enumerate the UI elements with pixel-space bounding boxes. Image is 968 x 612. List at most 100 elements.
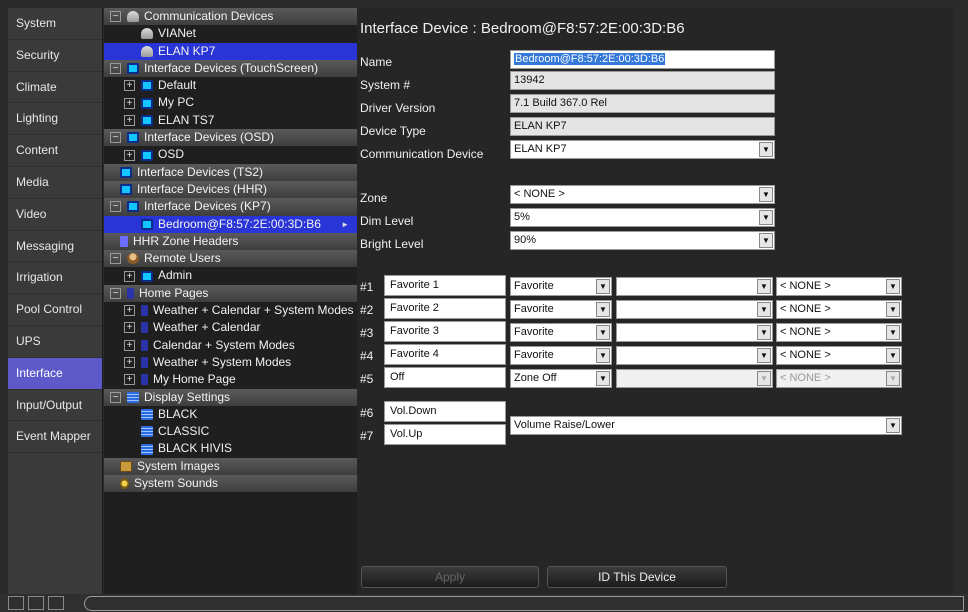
tree-item[interactable]: + Weather + Calendar + System Modes — [104, 302, 357, 319]
favorite-zone-select[interactable]: < NONE > ▼ — [776, 323, 902, 342]
collapse-icon[interactable]: − — [110, 63, 121, 75]
tree-group[interactable]: System Sounds — [104, 475, 357, 493]
favorite-name-field[interactable]: Favorite 3 — [384, 321, 506, 342]
favorite-zone-select[interactable]: < NONE > ▼ — [776, 346, 902, 365]
apply-button[interactable]: Apply — [361, 566, 539, 588]
volume-mode-value: Volume Raise/Lower — [514, 419, 615, 431]
favorite-target-select[interactable]: ▼ — [616, 300, 773, 319]
favorite-type-select[interactable]: Zone Off ▼ — [510, 369, 612, 388]
sidebar-item-pool-control[interactable]: Pool Control — [8, 294, 102, 326]
favorite-type-select-value: Favorite — [514, 349, 554, 361]
dim-level-select[interactable]: 5% ▼ — [510, 208, 775, 227]
expand-icon[interactable]: + — [124, 80, 135, 92]
collapse-icon[interactable]: − — [110, 11, 121, 23]
favorite-type-select[interactable]: Favorite ▼ — [510, 277, 612, 296]
vol-down-field[interactable]: Vol.Down — [384, 401, 506, 422]
tree-group[interactable]: − Home Pages — [104, 284, 357, 303]
expand-icon[interactable]: + — [124, 149, 135, 161]
panel-toggle-button[interactable] — [8, 596, 24, 610]
communication-device-select[interactable]: ELAN KP7 ▼ — [510, 140, 775, 159]
tree-item[interactable]: + Default — [104, 77, 357, 94]
favorite-target-select[interactable]: ▼ — [616, 369, 773, 388]
collapse-icon[interactable]: − — [110, 391, 121, 403]
collapse-icon[interactable]: − — [110, 287, 121, 299]
tree-item[interactable]: Bedroom@F8:57:2E:00:3D:B6 ► — [104, 215, 357, 233]
tree-item[interactable]: + My Home Page — [104, 371, 357, 388]
tree-item[interactable]: VIANet — [104, 25, 357, 42]
sidebar-item-security[interactable]: Security — [8, 40, 102, 72]
sidebar-item-irrigation[interactable]: Irrigation — [8, 262, 102, 295]
expand-icon[interactable]: + — [124, 357, 135, 369]
tree-group[interactable]: − Display Settings — [104, 388, 357, 406]
tree-item[interactable]: BLACK — [104, 406, 357, 423]
expand-icon[interactable]: + — [124, 374, 135, 386]
tree-group[interactable]: − Interface Devices (TouchScreen) — [104, 59, 357, 78]
favorite-type-select[interactable]: Favorite ▼ — [510, 346, 612, 365]
expand-icon[interactable]: + — [124, 270, 135, 282]
tree-group[interactable]: − Remote Users — [104, 250, 357, 268]
tree-group[interactable]: Interface Devices (HHR) — [104, 180, 357, 199]
favorite-type-select[interactable]: Favorite ▼ — [510, 300, 612, 319]
favorite-name-field[interactable]: Off — [384, 367, 506, 388]
expand-icon[interactable]: + — [124, 114, 135, 126]
tree-group[interactable]: − Interface Devices (KP7) — [104, 198, 357, 216]
tree-item[interactable]: CLASSIC — [104, 423, 357, 440]
expand-icon[interactable]: + — [124, 305, 135, 317]
volume-mode-select[interactable]: Volume Raise/Lower ▼ — [510, 416, 902, 435]
sidebar-item-system[interactable]: System — [8, 8, 102, 40]
tree-item[interactable]: + ELAN TS7 — [104, 112, 357, 129]
collapse-icon[interactable]: − — [110, 201, 121, 213]
tree-group[interactable]: HHR Zone Headers — [104, 232, 357, 251]
panel-toggle-button[interactable] — [28, 596, 44, 610]
tree-item[interactable]: + OSD — [104, 146, 357, 163]
panel-toggle-button[interactable] — [48, 596, 64, 610]
expand-icon[interactable]: + — [124, 97, 135, 109]
driver-version-field: 7.1 Build 367.0 Rel — [510, 94, 775, 113]
sidebar-item-interface[interactable]: Interface — [8, 357, 102, 390]
submenu-arrow-icon[interactable]: ► — [341, 216, 349, 233]
expand-icon[interactable]: + — [124, 339, 135, 351]
favorite-zone-select[interactable]: < NONE > ▼ — [776, 300, 902, 319]
vol-up-field[interactable]: Vol.Up — [384, 424, 506, 445]
favorite-zone-select[interactable]: < NONE > ▼ — [776, 277, 902, 296]
sidebar-item-climate[interactable]: Climate — [8, 72, 102, 104]
favorite-name-field[interactable]: Favorite 2 — [384, 298, 506, 319]
tree-group[interactable]: − Interface Devices (OSD) — [104, 129, 357, 147]
sidebar-item-messaging[interactable]: Messaging — [8, 231, 102, 263]
sidebar-item-content[interactable]: Content — [8, 135, 102, 167]
tree-item[interactable]: + My PC — [104, 94, 357, 111]
name-field[interactable]: Bedroom@F8:57:2E:00:3D:B6 — [510, 50, 775, 69]
favorite-zone-select[interactable]: < NONE > ▼ — [776, 369, 902, 388]
collapse-icon[interactable]: − — [110, 253, 121, 265]
bottom-bar — [0, 594, 968, 612]
expand-icon[interactable]: + — [124, 322, 135, 334]
zone-select[interactable]: < NONE > ▼ — [510, 185, 775, 204]
tree-item[interactable]: + Weather + Calendar — [104, 319, 357, 336]
favorite-type-select[interactable]: Favorite ▼ — [510, 323, 612, 342]
sidebar-item-lighting[interactable]: Lighting — [8, 103, 102, 136]
zone-value: < NONE > — [514, 188, 565, 200]
tree-item-label: ELAN TS7 — [158, 112, 215, 127]
tree-item[interactable]: ELAN KP7 — [104, 42, 357, 60]
favorite-target-select[interactable]: ▼ — [616, 323, 773, 342]
tree-group[interactable]: System Images — [104, 457, 357, 476]
chevron-down-icon: ▼ — [886, 371, 900, 386]
sidebar-item-input-output[interactable]: Input/Output — [8, 390, 102, 422]
collapse-icon[interactable]: − — [110, 132, 121, 144]
tree-group[interactable]: − Communication Devices — [104, 8, 357, 26]
id-this-device-button[interactable]: ID This Device — [547, 566, 727, 588]
tree-item[interactable]: BLACK HIVIS — [104, 440, 357, 457]
tree-group[interactable]: Interface Devices (TS2) — [104, 163, 357, 181]
sidebar-item-video[interactable]: Video — [8, 199, 102, 231]
sidebar-item-media[interactable]: Media — [8, 167, 102, 199]
tree-item[interactable]: + Admin — [104, 267, 357, 284]
tree-item[interactable]: + Calendar + System Modes — [104, 337, 357, 354]
tree-item[interactable]: + Weather + System Modes — [104, 354, 357, 371]
favorite-name-field[interactable]: Favorite 4 — [384, 344, 506, 365]
sidebar-item-ups[interactable]: UPS — [8, 326, 102, 358]
favorite-target-select[interactable]: ▼ — [616, 346, 773, 365]
bright-level-select[interactable]: 90% ▼ — [510, 231, 775, 250]
sidebar-item-event-mapper[interactable]: Event Mapper — [8, 421, 102, 454]
favorite-target-select[interactable]: ▼ — [616, 277, 773, 296]
favorite-name-field[interactable]: Favorite 1 — [384, 275, 506, 296]
